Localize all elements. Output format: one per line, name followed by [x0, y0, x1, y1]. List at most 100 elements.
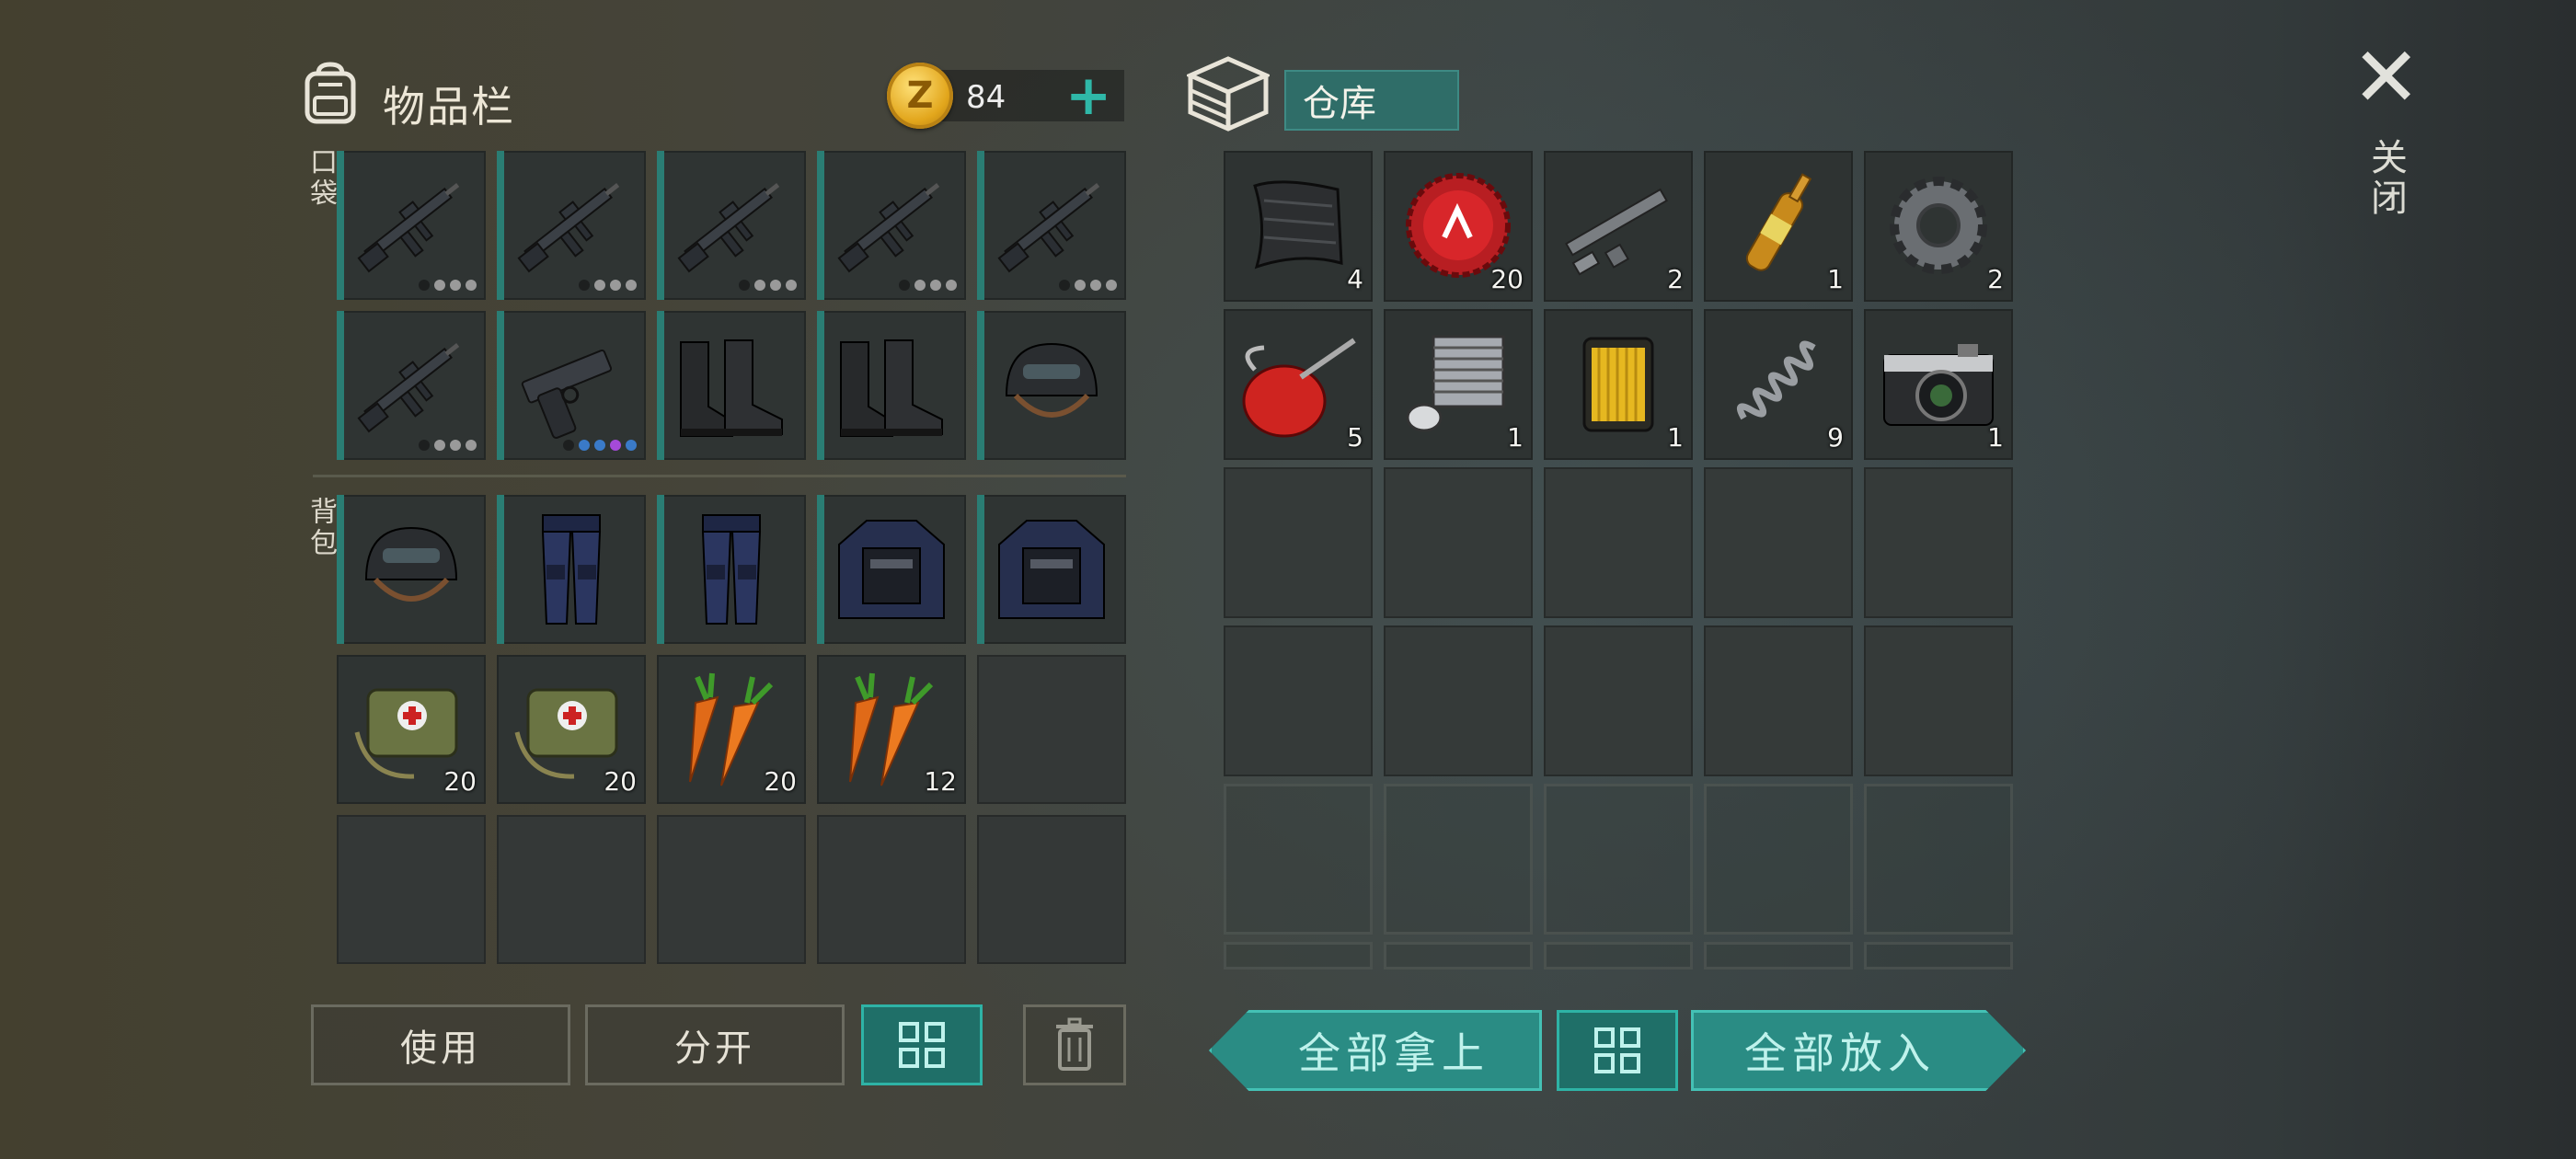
backpack-slot[interactable] — [977, 655, 1126, 804]
sort-storage-button[interactable] — [1557, 1010, 1678, 1091]
storage-slot[interactable] — [1224, 942, 1373, 970]
storage-slot[interactable] — [1704, 467, 1853, 618]
pocket-slot[interactable] — [497, 311, 646, 460]
pocket-slot[interactable] — [337, 311, 486, 460]
storage-slot[interactable] — [1544, 625, 1693, 776]
quality-dot — [450, 280, 461, 291]
storage-slot[interactable]: 1 — [1384, 309, 1533, 460]
storage-slot[interactable]: 2 — [1864, 151, 2013, 302]
pocket-slot[interactable] — [817, 311, 966, 460]
storage-slot[interactable] — [1704, 942, 1853, 970]
pocket-slot[interactable] — [337, 151, 486, 300]
assault-rifle-icon — [510, 164, 633, 287]
quality-dot — [754, 280, 765, 291]
storage-slot[interactable]: 1 — [1864, 309, 2013, 460]
close-label[interactable]: 关闭 — [2359, 138, 2412, 219]
backpack-slot[interactable]: 20 — [337, 655, 486, 804]
split-button[interactable]: 分开 — [585, 1004, 845, 1085]
close-button[interactable]: ✕ — [2352, 37, 2421, 120]
backpack-slot[interactable]: 20 — [657, 655, 806, 804]
storage-slot[interactable] — [1224, 784, 1373, 935]
storage-slot[interactable] — [1544, 784, 1693, 935]
backpack-slot[interactable] — [977, 495, 1126, 644]
backpack-slot[interactable] — [657, 815, 806, 964]
sort-inventory-button[interactable] — [861, 1004, 983, 1085]
backpack-slot[interactable] — [497, 495, 646, 644]
storage-slot[interactable]: 5 — [1224, 309, 1373, 460]
storage-slot[interactable]: 9 — [1704, 309, 1853, 460]
storage-slot[interactable]: 20 — [1384, 151, 1533, 302]
storage-slot[interactable] — [1384, 784, 1533, 935]
storage-crate-icon — [1184, 55, 1272, 132]
item-quantity: 20 — [443, 766, 477, 797]
delete-button[interactable] — [1023, 1004, 1126, 1085]
item-quality-dots — [419, 280, 477, 291]
backpack-slot[interactable] — [657, 495, 806, 644]
put-all-button[interactable]: 全部放入 — [1691, 1010, 2026, 1091]
use-button[interactable]: 使用 — [311, 1004, 570, 1085]
backpack-label: 背包 — [305, 497, 337, 559]
backpack-slot[interactable] — [337, 815, 486, 964]
storage-slot[interactable] — [1704, 784, 1853, 935]
backpack-slot[interactable] — [337, 495, 486, 644]
storage-slot[interactable] — [1384, 467, 1533, 618]
add-coins-button[interactable]: + — [1065, 68, 1111, 123]
pocket-slot[interactable] — [657, 151, 806, 300]
backpack-slot[interactable]: 20 — [497, 655, 646, 804]
storage-slot[interactable] — [1384, 942, 1533, 970]
storage-slot[interactable] — [1864, 784, 2013, 935]
storage-slot[interactable] — [1224, 467, 1373, 618]
storage-slot[interactable] — [1384, 625, 1533, 776]
trash-icon — [1056, 1017, 1093, 1071]
backpack-slot[interactable] — [977, 815, 1126, 964]
quality-dot — [434, 440, 445, 451]
item-quality-dots — [899, 280, 957, 291]
item-quantity: 20 — [1490, 264, 1524, 294]
backpack-slot[interactable] — [817, 815, 966, 964]
storage-slot[interactable] — [1864, 625, 2013, 776]
quality-dot — [419, 280, 430, 291]
take-all-button[interactable]: 全部拿上 — [1209, 1010, 1542, 1091]
pocket-slot[interactable] — [657, 311, 806, 460]
pocket-slot[interactable] — [977, 151, 1126, 300]
item-quality-dots — [563, 440, 637, 451]
quality-dot — [626, 280, 637, 291]
storage-slot[interactable]: 4 — [1224, 151, 1373, 302]
item-quantity: 1 — [1667, 422, 1684, 453]
quality-dot — [1106, 280, 1117, 291]
pocket-slot[interactable] — [497, 151, 646, 300]
storage-slot[interactable] — [1864, 942, 2013, 970]
assault-rifle-icon — [830, 164, 953, 287]
backpack-slot[interactable] — [497, 815, 646, 964]
oil-can-icon — [1236, 322, 1360, 445]
pocket-slot[interactable] — [817, 151, 966, 300]
item-quantity: 20 — [604, 766, 637, 797]
pocket-label: 口袋 — [305, 147, 337, 210]
item-quality-dots — [1059, 280, 1117, 291]
item-quantity: 9 — [1827, 422, 1844, 453]
backpack-slot[interactable]: 12 — [817, 655, 966, 804]
coin-count: 84 — [966, 79, 1006, 116]
police-vest-icon — [830, 508, 953, 631]
ampoule-icon — [1717, 164, 1840, 287]
storage-slot[interactable] — [1224, 625, 1373, 776]
storage-slot[interactable] — [1704, 625, 1853, 776]
storage-slot[interactable]: 1 — [1704, 151, 1853, 302]
use-button-label: 使用 — [400, 1027, 481, 1070]
grid-sort-icon — [1594, 1027, 1640, 1073]
combat-boots-icon — [830, 324, 953, 447]
spring-icon — [1717, 322, 1840, 445]
backpack-slot[interactable] — [817, 495, 966, 644]
storage-slot[interactable] — [1544, 942, 1693, 970]
item-quantity: 1 — [1827, 264, 1844, 294]
quality-dot — [770, 280, 781, 291]
carbon-fiber-icon — [1236, 164, 1360, 287]
storage-slot[interactable] — [1864, 467, 2013, 618]
storage-slot[interactable]: 2 — [1544, 151, 1693, 302]
oil-filter-icon — [1557, 322, 1680, 445]
quality-dot — [610, 440, 621, 451]
gun-parts-icon — [1557, 164, 1680, 287]
storage-slot[interactable] — [1544, 467, 1693, 618]
pocket-slot[interactable] — [977, 311, 1126, 460]
storage-slot[interactable]: 1 — [1544, 309, 1693, 460]
